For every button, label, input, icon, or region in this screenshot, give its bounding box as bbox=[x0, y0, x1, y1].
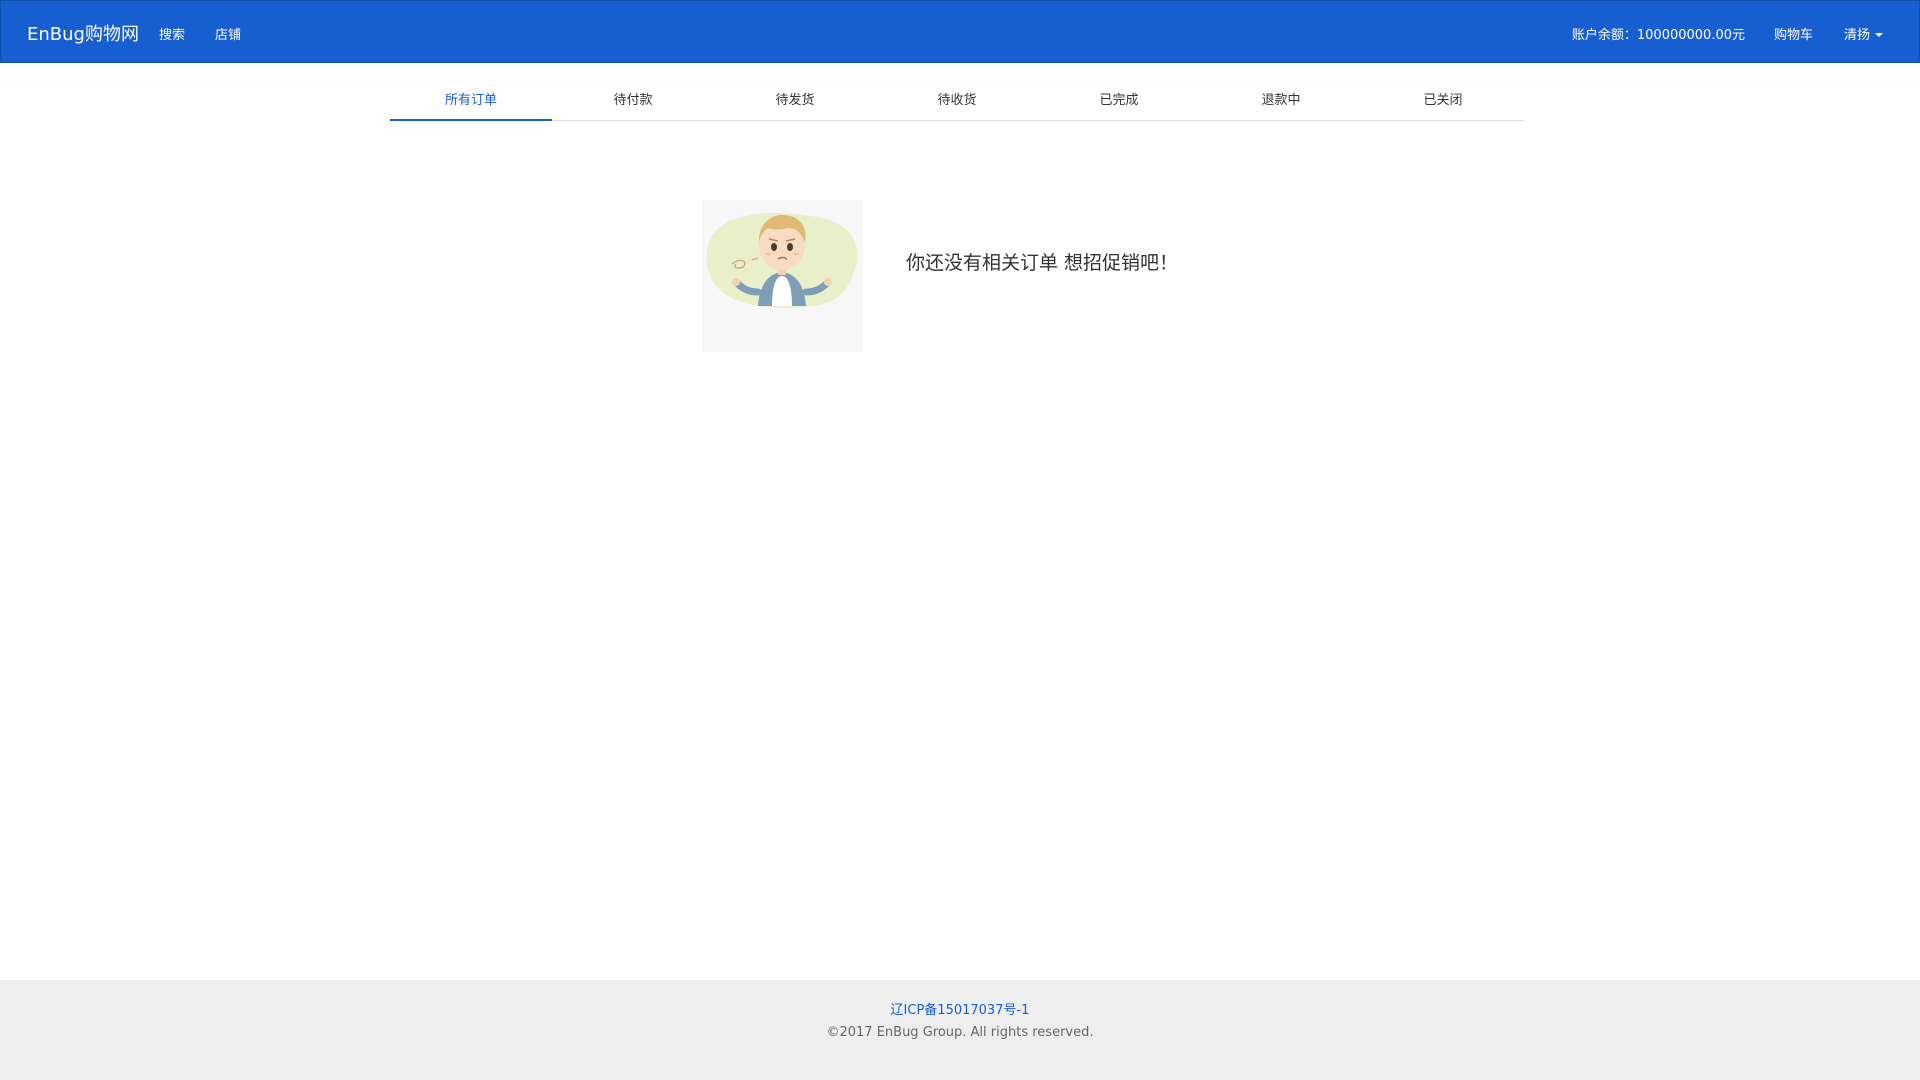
nav-shops-link[interactable]: 店铺 bbox=[215, 24, 241, 43]
tab-closed[interactable]: 已关闭 bbox=[1362, 86, 1524, 120]
page-footer: 辽ICP备15017037号-1 ©2017 EnBug Group. All … bbox=[0, 980, 1920, 1080]
empty-orders-illustration bbox=[702, 200, 863, 352]
tab-completed[interactable]: 已完成 bbox=[1038, 86, 1200, 120]
tab-pending-receipt[interactable]: 待收货 bbox=[876, 86, 1038, 120]
nav-search-link[interactable]: 搜索 bbox=[159, 24, 185, 43]
nav-cart-link[interactable]: 购物车 bbox=[1774, 24, 1813, 43]
tab-pending-payment[interactable]: 待付款 bbox=[552, 86, 714, 120]
brand-logo-link[interactable]: EnBug购物网 bbox=[27, 20, 139, 46]
user-name: 清扬 bbox=[1843, 28, 1870, 43]
account-balance: 账户余额：100000000.00元 bbox=[1571, 28, 1745, 43]
icp-license-link[interactable]: 辽ICP备15017037号-1 bbox=[0, 999, 1920, 1018]
empty-orders-message: 你还没有相关订单 想招促销吧！ bbox=[906, 252, 1179, 274]
tab-all-orders[interactable]: 所有订单 bbox=[390, 86, 552, 121]
shrugging-person-icon bbox=[706, 213, 858, 308]
order-tabs: 所有订单 待付款 待发货 待收货 已完成 退款中 已关闭 bbox=[390, 86, 1524, 121]
tab-refunding[interactable]: 退款中 bbox=[1200, 86, 1362, 120]
tab-pending-shipment[interactable]: 待发货 bbox=[714, 86, 876, 120]
copyright-text: ©2017 EnBug Group. All rights reserved. bbox=[826, 1025, 1094, 1040]
caret-down-icon bbox=[1875, 32, 1883, 37]
user-dropdown[interactable]: 清扬 bbox=[1844, 24, 1883, 43]
top-navbar: EnBug购物网 搜索 店铺 账户余额：100000000.00元 购物车 清扬 bbox=[0, 0, 1920, 63]
